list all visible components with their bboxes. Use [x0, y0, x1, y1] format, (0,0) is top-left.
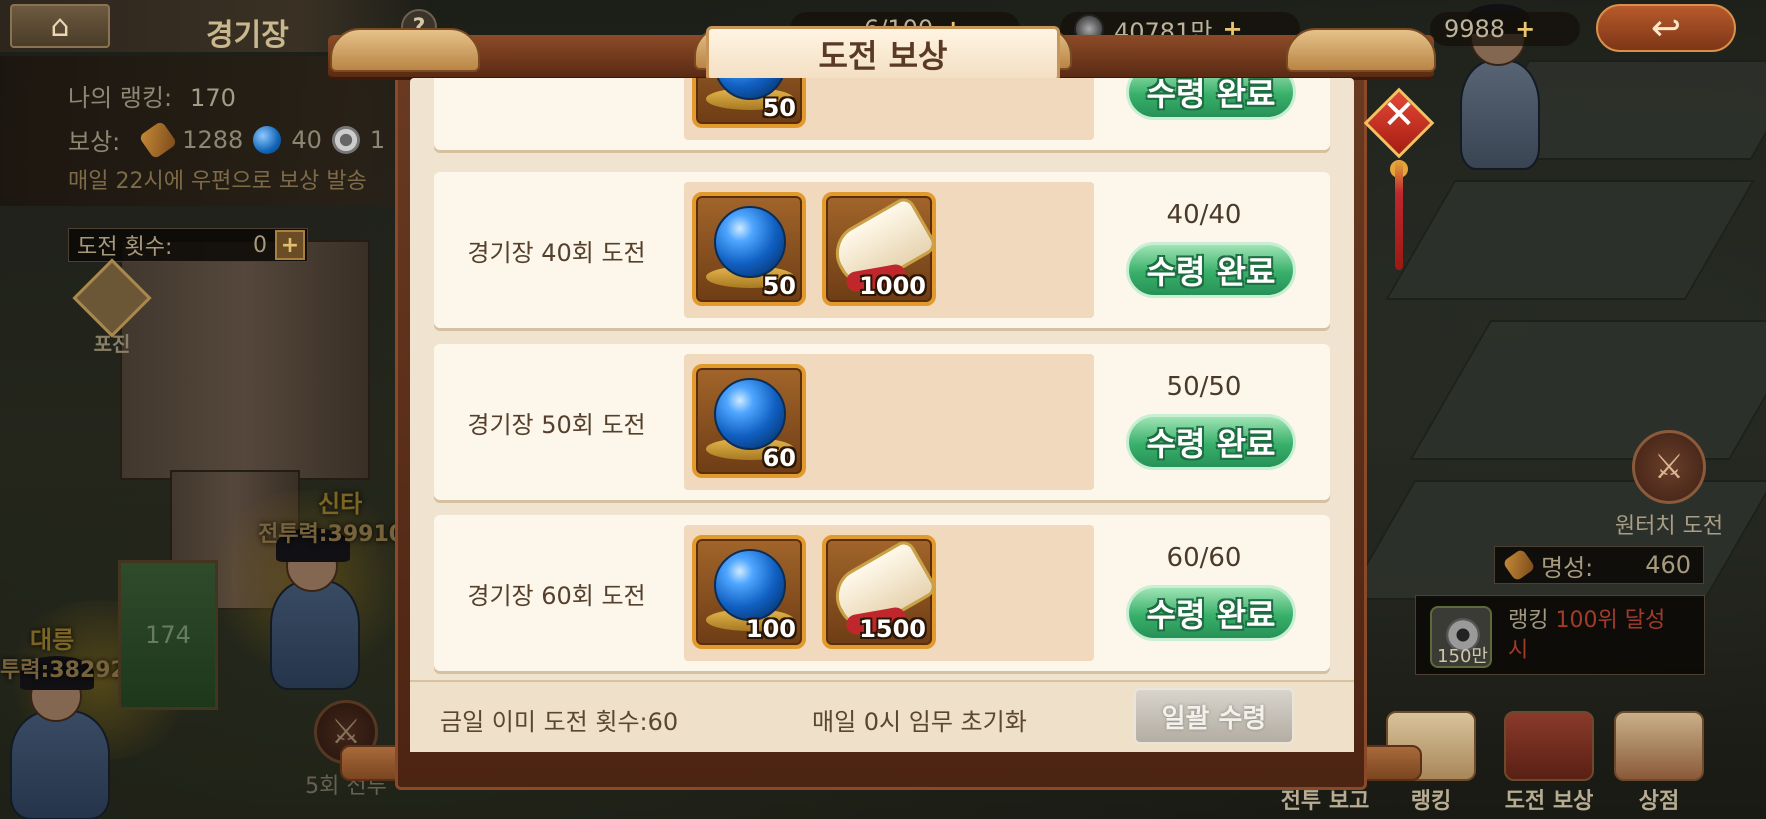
today-challenge-count: 금일 이미 도전 횟수:60 — [440, 708, 679, 736]
reward-items: 60 — [684, 354, 1094, 490]
cloud-ornament-left — [330, 28, 480, 72]
reward-list-container[interactable]: 50 수령 완료 경기장 40회 도전 50 1000 40/40 수령 완료 … — [410, 78, 1354, 750]
reward-items: 50 1000 — [684, 182, 1094, 318]
reward-items: 50 — [684, 78, 1094, 140]
challenge-reward-modal: 도전 보상 50 수령 완료 경기장 40회 도전 50 1000 40/40 … — [0, 0, 1766, 819]
reward-condition: 경기장 40회 도전 — [467, 238, 646, 267]
cloud-ornament-right — [1286, 28, 1436, 72]
blue-orb-icon — [714, 549, 786, 621]
blue-orb-icon — [714, 206, 786, 278]
reward-condition: 경기장 60회 도전 — [467, 581, 646, 610]
blue-orb-reward[interactable]: 50 — [692, 78, 806, 128]
daily-reset-note: 매일 0시 임무 초기화 — [812, 708, 1027, 736]
blue-orb-reward[interactable]: 100 — [692, 535, 806, 649]
reward-row: 경기장 50회 도전 60 50/50 수령 완료 — [434, 344, 1330, 500]
reward-row: 경기장 60회 도전 100 1500 60/60 수령 완료 — [434, 515, 1330, 671]
reward-progress: 50/50 — [1166, 372, 1242, 402]
reward-condition: 경기장 50회 도전 — [467, 410, 646, 439]
reward-row: 50 수령 완료 — [434, 78, 1330, 150]
claimed-button[interactable]: 수령 완료 — [1126, 242, 1296, 298]
scroll-reward[interactable]: 1500 — [822, 535, 940, 649]
modal-title: 도전 보상 — [706, 26, 1060, 82]
claimed-button[interactable]: 수령 완료 — [1126, 585, 1296, 641]
reward-items: 100 1500 — [684, 525, 1094, 661]
close-button[interactable]: ✕ — [1363, 87, 1435, 159]
blue-orb-reward[interactable]: 60 — [692, 364, 806, 478]
tassel-ornament — [1395, 160, 1403, 270]
blue-orb-icon — [714, 378, 786, 450]
reward-row: 경기장 40회 도전 50 1000 40/40 수령 완료 — [434, 172, 1330, 328]
claimed-button[interactable]: 수령 완료 — [1126, 78, 1296, 120]
modal-footer: 금일 이미 도전 횟수:60 매일 0시 임무 초기화 일괄 수령 — [410, 680, 1354, 752]
scroll-reward[interactable]: 1000 — [822, 192, 940, 306]
claim-all-button[interactable]: 일괄 수령 — [1134, 688, 1294, 744]
reward-progress: 40/40 — [1166, 200, 1242, 230]
blue-orb-reward[interactable]: 50 — [692, 192, 806, 306]
claimed-button[interactable]: 수령 완료 — [1126, 414, 1296, 470]
reward-progress: 60/60 — [1166, 543, 1242, 573]
